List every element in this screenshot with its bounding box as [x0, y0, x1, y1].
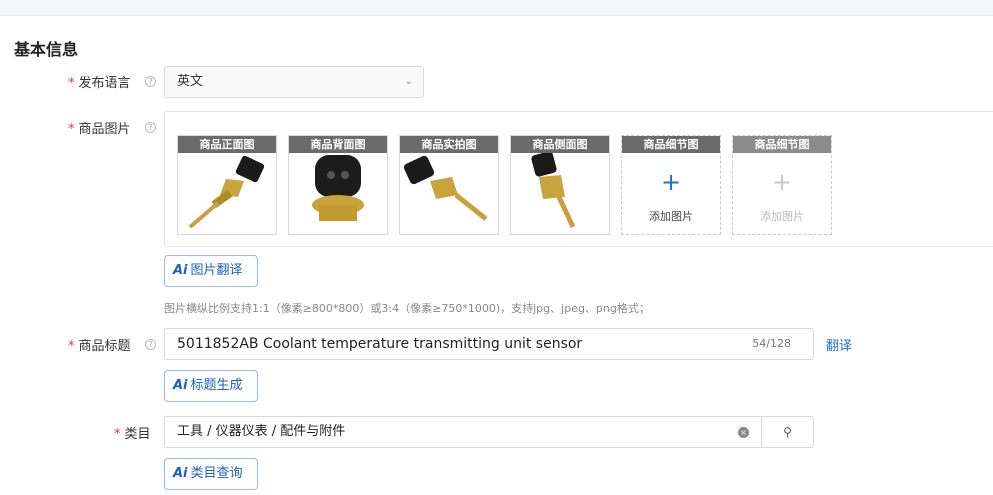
sensor-image [403, 155, 488, 221]
image-caption: 商品侧面图 [511, 136, 609, 153]
category-input[interactable]: 工具 / 仪器仪表 / 配件与附件 × [164, 416, 762, 448]
image-caption: 商品细节图 [622, 136, 720, 153]
image-caption: 商品正面图 [178, 136, 276, 153]
add-image-slot[interactable]: 商品细节图 + 添加图片 [621, 135, 721, 235]
question-circle-icon[interactable]: ? [145, 122, 156, 133]
ai-icon: Ai [173, 466, 188, 481]
title-label-text: 商品标题 [78, 339, 131, 354]
ai-icon: Ai [173, 263, 188, 278]
title-generate-label: 标题生成 [190, 378, 243, 393]
title-generate-button[interactable]: Ai 标题生成 [164, 370, 258, 402]
images-label: * 商品图片 [68, 118, 131, 137]
question-circle-icon[interactable]: ? [145, 76, 156, 87]
product-image-side[interactable]: 商品侧面图 [510, 135, 610, 235]
plus-icon: + [660, 168, 682, 196]
category-label: * 类目 [114, 423, 151, 442]
image-caption: 商品背面图 [289, 136, 387, 153]
required-mark: * [114, 427, 121, 442]
title-label: * 商品标题 [68, 335, 131, 354]
add-image-label: 添加图片 [649, 210, 693, 223]
image-caption: 商品细节图 [733, 136, 831, 153]
title-input[interactable]: 5011852AB Coolant temperature transmitti… [164, 328, 814, 360]
sensor-image [531, 153, 576, 229]
add-image-slot-disabled: 商品细节图 + 添加图片 [732, 135, 832, 235]
category-search-button[interactable]: ⚲ [761, 416, 814, 448]
product-image-real[interactable]: 商品实拍图 [399, 135, 499, 235]
title-input-value: 5011852AB Coolant temperature transmitti… [177, 336, 583, 352]
category-label-text: 类目 [124, 427, 151, 442]
image-translate-label: 图片翻译 [190, 263, 243, 278]
question-circle-icon[interactable]: ? [145, 339, 156, 350]
section-title: 基本信息 [14, 40, 79, 59]
plus-icon: + [771, 168, 793, 196]
product-image-front[interactable]: 商品正面图 [177, 135, 277, 235]
search-icon: ⚲ [783, 425, 792, 439]
category-input-value: 工具 / 仪器仪表 / 配件与附件 [177, 424, 346, 439]
ai-icon: Ai [173, 378, 188, 393]
category-query-button[interactable]: Ai 类目查询 [164, 458, 258, 490]
product-image-back[interactable]: 商品背面图 [288, 135, 388, 235]
add-image-label: 添加图片 [760, 210, 804, 223]
image-translate-button[interactable]: Ai 图片翻译 [164, 255, 258, 287]
image-format-hint: 图片横纵比例支持1:1（像素≥800*800）或3:4（像素≥750*1000)… [164, 302, 650, 315]
language-select-value: 英文 [177, 74, 204, 89]
required-mark: * [68, 339, 75, 354]
category-query-label: 类目查询 [190, 466, 243, 481]
chevron-down-icon: ⌄ [404, 76, 413, 87]
images-label-text: 商品图片 [78, 122, 131, 137]
required-mark: * [68, 122, 75, 137]
sensor-image [312, 155, 364, 221]
image-panel: 商品正面图 商品背面图 商品实拍图 商品侧面图 商品细节图 + 添加图片 商品细… [164, 111, 993, 247]
sensor-image [188, 155, 265, 229]
language-label-text: 发布语言 [78, 76, 131, 91]
language-label: * 发布语言 [68, 72, 131, 91]
image-caption: 商品实拍图 [400, 136, 498, 153]
language-select[interactable]: 英文 ⌄ [164, 66, 424, 98]
translate-link[interactable]: 翻译 [826, 335, 852, 354]
char-count: 54/128 [752, 337, 791, 350]
clear-circle-icon[interactable]: × [738, 427, 749, 438]
top-bar [0, 0, 993, 16]
required-mark: * [68, 76, 75, 91]
